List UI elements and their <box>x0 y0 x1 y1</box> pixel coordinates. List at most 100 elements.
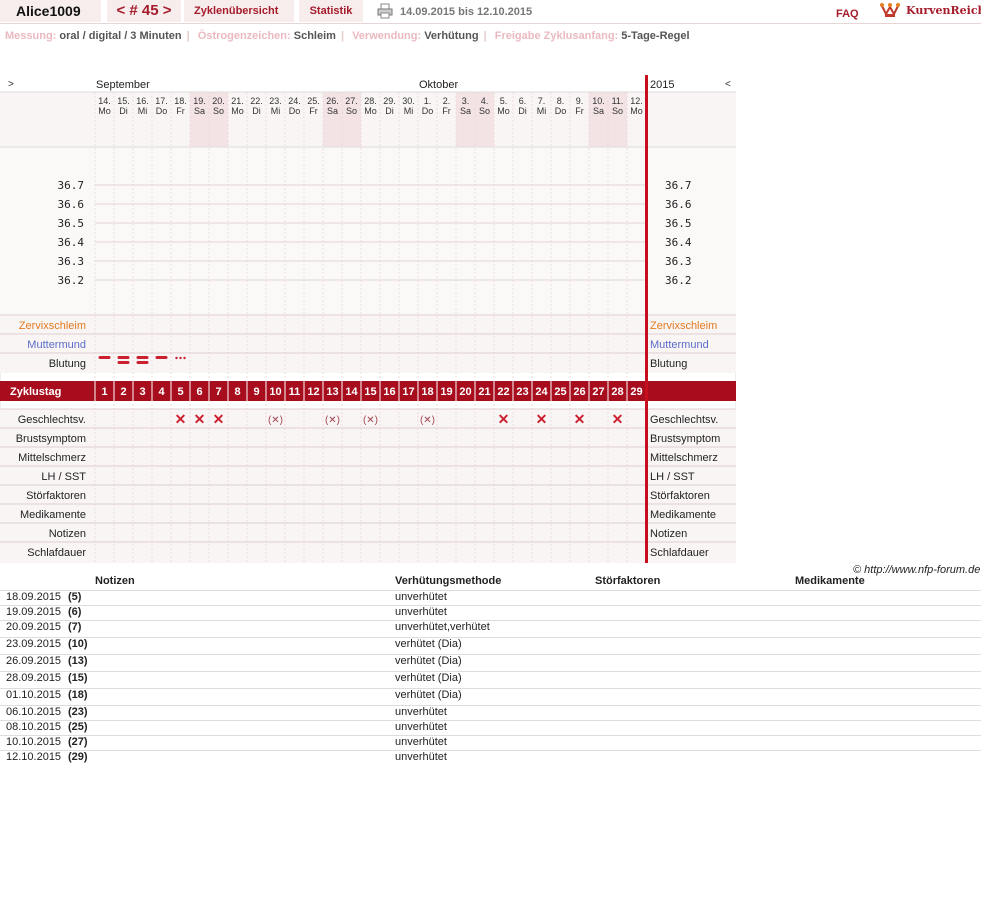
bleeding-spot <box>175 356 178 360</box>
row-label-midpain: Mittelschmerz <box>18 452 86 464</box>
row-date: 10.10.2015 <box>6 736 62 748</box>
day-weekday: Mo <box>497 106 510 116</box>
day-date: 5. <box>500 96 508 106</box>
intercourse-protected-mark: (✕) <box>420 415 435 426</box>
cycle-day-number: 3 <box>139 386 145 398</box>
table-row: 20.09.2015 (7) unverhütet,verhütet <box>0 620 981 636</box>
day-weekday: Di <box>252 106 261 116</box>
row-label-right-lh: LH / SST <box>650 471 695 483</box>
bleeding-mark <box>117 356 130 359</box>
intercourse-mark: ✕ <box>536 411 548 427</box>
cycle-overview-tab[interactable]: Zyklenübersicht <box>184 0 294 22</box>
row-label-notes: Notizen <box>49 528 86 540</box>
temperature-tick-right: 36.4 <box>665 236 692 249</box>
row-label-right-sleep: Schlafdauer <box>650 547 709 559</box>
row-method: verhütet (Dia) <box>395 655 462 667</box>
cycle-day-number: 2 <box>120 386 126 398</box>
row-label-bleeding: Blutung <box>49 358 86 370</box>
row-cycle-day: (15) <box>68 672 88 684</box>
cycle-day-number: 27 <box>592 386 604 398</box>
cycle-navigation[interactable]: < # 45 > <box>107 0 181 22</box>
day-date: 15. <box>117 96 130 106</box>
bleeding-spot <box>179 356 182 360</box>
day-date: 20. <box>212 96 225 106</box>
measure-label: Messung: <box>5 30 57 42</box>
cycle-day-number: 8 <box>234 386 240 398</box>
notes-header: Notizen <box>95 575 135 587</box>
cycle-day-number: 19 <box>440 386 452 398</box>
day-date: 19. <box>193 96 206 106</box>
row-method: verhütet (Dia) <box>395 672 462 684</box>
row-label-cervix_pos: Muttermund <box>27 339 86 351</box>
day-date: 30. <box>402 96 415 106</box>
row-method: unverhütet <box>395 606 447 618</box>
cycle-day-number: 26 <box>573 386 585 398</box>
cycle-day-number: 14 <box>345 386 358 398</box>
day-date: 3. <box>462 96 470 106</box>
row-date: 12.10.2015 <box>6 751 62 763</box>
symptom-band <box>0 409 736 563</box>
method-header: Verhütungsmethode <box>395 575 502 587</box>
cycle-day-number: 11 <box>289 386 301 398</box>
day-date: 4. <box>481 96 489 106</box>
statistics-tab[interactable]: Statistik <box>299 0 363 22</box>
bleeding-mark <box>136 356 149 359</box>
row-cycle-day: (10) <box>68 638 88 650</box>
logo[interactable]: KurvenReich <box>880 2 981 18</box>
day-weekday: Sa <box>593 106 604 116</box>
bleeding-mark <box>136 361 149 364</box>
day-date: 16. <box>136 96 149 106</box>
day-weekday: So <box>213 106 224 116</box>
temperature-tick-left: 36.6 <box>58 198 85 211</box>
copyright-note: © http://www.nfp-forum.de <box>853 564 981 576</box>
cycle-day-number: 1 <box>101 386 107 398</box>
intercourse-protected-mark: (✕) <box>363 415 378 426</box>
day-date: 26. <box>326 96 339 106</box>
cycle-day-number: 15 <box>364 386 376 398</box>
usage-value: Verhütung <box>424 30 479 42</box>
table-row: 23.09.2015 (10) verhütet (Dia) <box>0 637 981 653</box>
crown-icon <box>880 3 900 17</box>
day-weekday: Fr <box>442 106 451 116</box>
intercourse-mark: ✕ <box>498 411 510 427</box>
day-weekday: Sa <box>460 106 471 116</box>
day-date: 6. <box>519 96 527 106</box>
row-method: unverhütet <box>395 706 447 718</box>
temperature-tick-left: 36.2 <box>58 274 85 287</box>
bleeding-mark <box>117 361 130 364</box>
day-date: 10. <box>592 96 605 106</box>
nav-prev[interactable]: > <box>8 79 14 90</box>
day-date: 18. <box>174 96 187 106</box>
row-date: 26.09.2015 <box>6 655 62 667</box>
cycle-day-number: 12 <box>307 386 319 398</box>
table-row: 08.10.2015 (25) unverhütet <box>0 720 981 736</box>
day-date: 28. <box>364 96 377 106</box>
day-date: 25. <box>307 96 320 106</box>
row-cycle-day: (23) <box>68 706 88 718</box>
day-weekday: Di <box>119 106 128 116</box>
temperature-tick-left: 36.3 <box>58 255 85 268</box>
bleeding-mark <box>155 356 168 359</box>
nav-next[interactable]: < <box>725 79 731 90</box>
intercourse-mark: ✕ <box>194 411 206 427</box>
bleeding-spot <box>183 356 186 360</box>
day-date: 22. <box>250 96 263 106</box>
username: Alice1009 <box>0 0 101 22</box>
table-row: 18.09.2015 (5) unverhütet <box>0 590 981 606</box>
row-date: 23.09.2015 <box>6 638 62 650</box>
day-date: 21. <box>231 96 244 106</box>
temperature-tick-right: 36.5 <box>665 217 692 230</box>
cycle-day-number: 10 <box>269 386 281 398</box>
year-label: 2015 <box>650 79 674 91</box>
printer-icon[interactable] <box>377 3 393 24</box>
temperature-tick-right: 36.3 <box>665 255 692 268</box>
day-weekday: Sa <box>194 106 205 116</box>
header-divider <box>0 23 981 24</box>
row-cycle-day: (18) <box>68 689 88 701</box>
day-weekday: Di <box>385 106 394 116</box>
temperature-tick-left: 36.7 <box>58 179 85 192</box>
row-method: unverhütet <box>395 736 447 748</box>
table-row: 19.09.2015 (6) unverhütet <box>0 605 981 621</box>
cycle-day-number: 22 <box>497 386 509 398</box>
row-label-right-notes: Notizen <box>650 528 687 540</box>
